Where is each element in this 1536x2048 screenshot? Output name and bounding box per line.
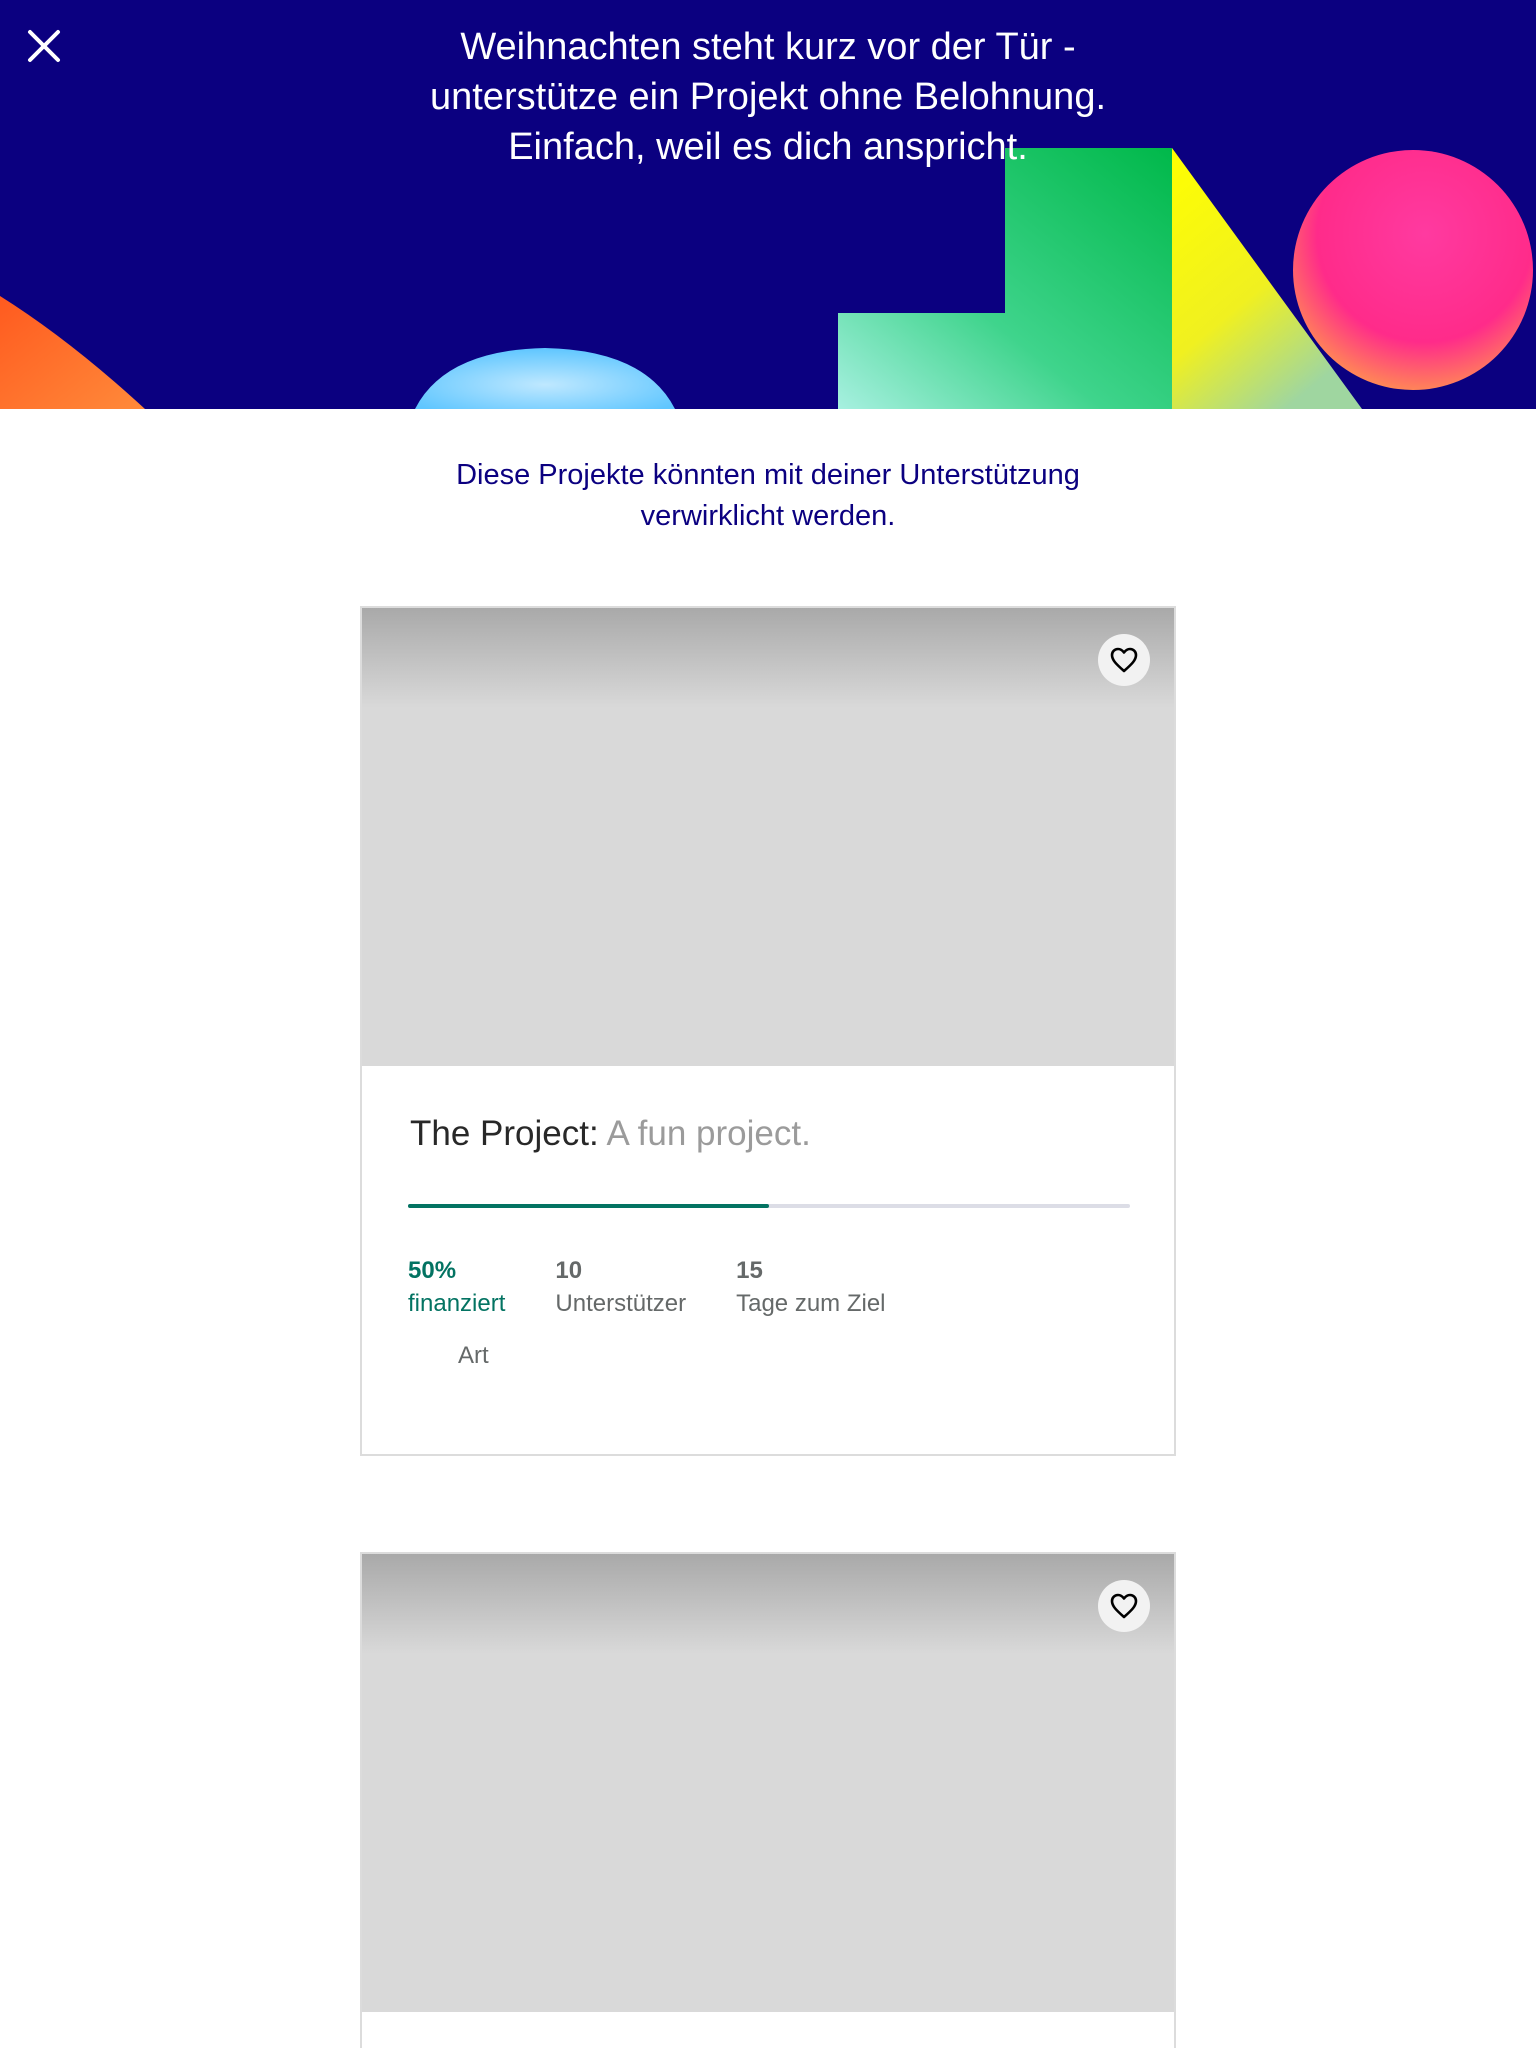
project-card[interactable]: The Project: A fun project. 50% finanzie… (360, 606, 1176, 1456)
funded-value: 50% (408, 1257, 457, 1284)
backers-value: 10 (555, 1257, 583, 1284)
project-image[interactable] (362, 608, 1174, 1066)
project-card[interactable] (360, 1552, 1176, 2048)
page: Weihnachten steht kurz vor der Tür - unt… (0, 0, 1536, 2048)
subtitle-line: Diese Projekte könnten mit deiner Unters… (456, 459, 1080, 491)
pink-circle-shape (1293, 150, 1533, 390)
heart-icon (1110, 1593, 1138, 1619)
banner-title: Weihnachten steht kurz vor der Tür - unt… (300, 22, 1236, 172)
project-category[interactable]: Art (458, 1342, 489, 1370)
funding-progress-fill (408, 1204, 769, 1208)
save-project-button[interactable] (1098, 634, 1150, 686)
heart-icon (1110, 647, 1138, 673)
funding-progress-bar (408, 1204, 1130, 1208)
banner-title-line: Einfach, weil es dich anspricht. (508, 126, 1028, 168)
banner-title-line: Weihnachten steht kurz vor der Tür - (460, 26, 1076, 68)
days-stat: 15 Tage zum Ziel (736, 1254, 885, 1320)
subtitle-line: verwirklicht werden. (640, 500, 896, 532)
holiday-banner: Weihnachten steht kurz vor der Tür - unt… (0, 0, 1536, 409)
close-icon (28, 30, 60, 62)
project-title[interactable]: The Project: A fun project. (410, 1114, 811, 1154)
project-card-body: The Project: A fun project. 50% finanzie… (362, 1066, 1174, 1454)
section-subtitle: Diese Projekte könnten mit deiner Unters… (368, 455, 1168, 537)
close-button[interactable] (24, 26, 64, 66)
save-project-button[interactable] (1098, 1580, 1150, 1632)
orange-shape (0, 296, 145, 409)
banner-title-line: unterstütze ein Projekt ohne Belohnung. (429, 76, 1107, 118)
project-image[interactable] (362, 1554, 1174, 2012)
project-blurb: A fun project. (606, 1114, 811, 1153)
project-name: The Project: (410, 1114, 599, 1153)
backers-stat: 10 Unterstützer (555, 1254, 686, 1320)
funded-stat: 50% finanziert (408, 1254, 505, 1320)
days-value: 15 (736, 1257, 763, 1284)
blue-dome-shape (415, 348, 675, 409)
backers-label: Unterstützer (555, 1290, 687, 1317)
green-block-shape (838, 148, 1172, 409)
project-stats: 50% finanziert 10 Unterstützer 15 Tage z… (408, 1254, 936, 1320)
days-label: Tage zum Ziel (736, 1290, 886, 1317)
funded-label: finanziert (408, 1290, 506, 1317)
